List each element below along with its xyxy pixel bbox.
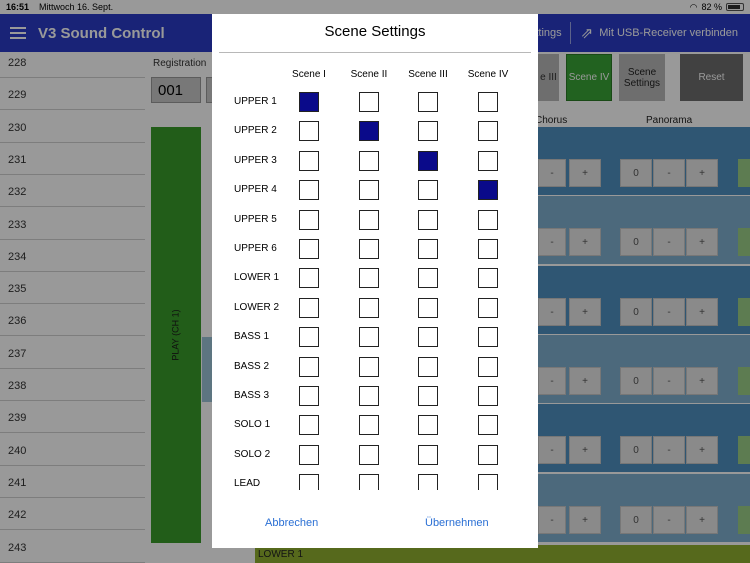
scene-checkbox[interactable] xyxy=(299,474,319,490)
scene-checkbox[interactable] xyxy=(478,415,498,436)
apply-button[interactable]: Übernehmen xyxy=(425,517,489,529)
scene-checkbox[interactable] xyxy=(299,327,319,348)
scene-checkbox[interactable] xyxy=(359,444,379,465)
channel-row-label: UPPER 5 xyxy=(234,213,277,225)
scene-checkbox[interactable] xyxy=(478,327,498,348)
scene-checkbox[interactable] xyxy=(478,444,498,465)
scene-checkbox[interactable] xyxy=(418,180,438,201)
scene-checkbox[interactable] xyxy=(478,474,498,490)
scene-checkbox[interactable] xyxy=(359,92,379,112)
scene-checkbox[interactable] xyxy=(299,150,319,171)
scene-checkbox[interactable] xyxy=(299,297,319,318)
scene-checkbox[interactable] xyxy=(418,239,438,259)
channel-row-label: SOLO 2 xyxy=(234,448,271,460)
channel-row-label: LEAD xyxy=(234,478,261,490)
scene-checkbox[interactable] xyxy=(418,415,438,436)
scene-checkbox[interactable] xyxy=(418,327,438,348)
scene-checkbox[interactable] xyxy=(478,92,498,112)
channel-row-label: BASS 1 xyxy=(234,331,270,343)
scene-column-header: Scene III xyxy=(408,69,448,80)
scene-checkbox[interactable] xyxy=(359,356,379,377)
scene-checkbox[interactable] xyxy=(418,297,438,318)
scene-checkbox[interactable] xyxy=(478,180,498,201)
scene-checkbox[interactable] xyxy=(299,239,319,259)
scene-checkbox[interactable] xyxy=(299,92,319,112)
scene-checkbox[interactable] xyxy=(299,121,319,142)
scene-checkbox[interactable] xyxy=(418,92,438,112)
scene-checkbox[interactable] xyxy=(418,121,438,142)
scene-checkbox[interactable] xyxy=(418,268,438,289)
channel-row-label: BASS 3 xyxy=(234,390,270,401)
scene-checkbox[interactable] xyxy=(418,474,438,490)
scene-checkbox[interactable] xyxy=(418,444,438,465)
scene-checkbox[interactable] xyxy=(299,444,319,465)
scene-checkbox[interactable] xyxy=(359,150,379,171)
scene-checkbox[interactable] xyxy=(478,121,498,142)
scene-checkbox[interactable] xyxy=(418,356,438,377)
scene-checkbox[interactable] xyxy=(359,268,379,289)
scene-checkbox[interactable] xyxy=(478,239,498,259)
scene-checkbox[interactable] xyxy=(478,297,498,318)
channel-row-label: SOLO 1 xyxy=(234,419,271,431)
scene-checkbox[interactable] xyxy=(478,386,498,406)
channel-row-label: LOWER 1 xyxy=(234,272,280,284)
scene-checkbox[interactable] xyxy=(299,415,319,436)
channel-row-label: UPPER 6 xyxy=(234,243,277,254)
scene-checkbox[interactable] xyxy=(299,180,319,201)
channel-row-label: LOWER 2 xyxy=(234,301,280,313)
cancel-button[interactable]: Abbrechen xyxy=(265,517,318,529)
scene-checkbox[interactable] xyxy=(299,268,319,289)
scene-checkbox[interactable] xyxy=(359,415,379,436)
scene-checkbox[interactable] xyxy=(299,209,319,230)
scene-column-header: Scene II xyxy=(350,69,388,80)
scene-checkbox[interactable] xyxy=(478,150,498,171)
scene-checkbox[interactable] xyxy=(418,150,438,171)
scene-column-header: Scene I xyxy=(292,69,326,80)
channel-row-label: UPPER 2 xyxy=(234,125,277,137)
scene-checkbox[interactable] xyxy=(359,386,379,406)
channel-row-label: UPPER 3 xyxy=(234,154,277,166)
scene-column-header: Scene IV xyxy=(467,69,509,80)
scene-checkbox[interactable] xyxy=(359,121,379,142)
scene-checkbox[interactable] xyxy=(299,356,319,377)
scene-checkbox[interactable] xyxy=(359,474,379,490)
scene-checkbox[interactable] xyxy=(299,386,319,406)
scene-checkbox[interactable] xyxy=(359,297,379,318)
scene-checkbox[interactable] xyxy=(478,209,498,230)
scene-checkbox[interactable] xyxy=(359,209,379,230)
scene-checkbox[interactable] xyxy=(359,239,379,259)
scene-checkbox[interactable] xyxy=(359,327,379,348)
scene-checkbox[interactable] xyxy=(359,180,379,201)
dialog-divider xyxy=(219,52,531,53)
scene-checkbox[interactable] xyxy=(418,209,438,230)
channel-row-label: BASS 2 xyxy=(234,360,270,372)
channel-row-label: UPPER 1 xyxy=(234,96,277,107)
scene-checkbox[interactable] xyxy=(478,268,498,289)
scene-grid: Scene I Scene II Scene III Scene IV UPPER 1 U… xyxy=(212,64,538,490)
scene-settings-dialog: Scene Settings Scene I Scene II Scene III S… xyxy=(212,14,538,548)
channel-row-label: UPPER 4 xyxy=(234,184,277,196)
scene-checkbox[interactable] xyxy=(478,356,498,377)
dialog-title: Scene Settings xyxy=(324,23,426,40)
scene-checkbox[interactable] xyxy=(418,386,438,406)
